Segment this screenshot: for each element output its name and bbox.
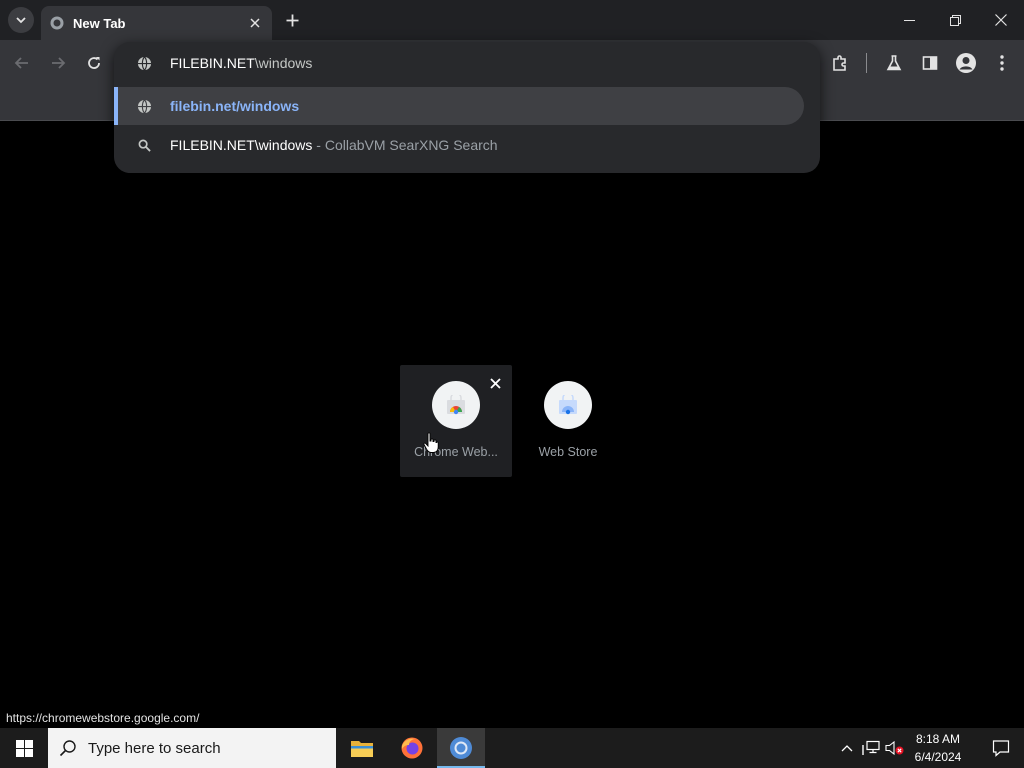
omnibox-typed-text: FILEBIN.NET\windows [170, 55, 313, 71]
clock-time: 8:18 AM [915, 732, 961, 746]
reload-icon[interactable] [82, 51, 106, 75]
file-explorer-folder-icon[interactable] [338, 728, 386, 768]
more-menu-kebab-icon[interactable] [990, 51, 1014, 75]
notification-center-icon[interactable] [978, 728, 1024, 768]
close-window-icon[interactable] [978, 0, 1024, 40]
taskbar-clock[interactable]: 8:18 AM 6/4/2024 [900, 730, 976, 766]
globe-favicon-icon [49, 15, 65, 31]
suggestion-search-text: FILEBIN.NET\windows - CollabVM SearXNG S… [170, 137, 498, 153]
chrome-taskbar-icon[interactable] [437, 728, 485, 768]
search-icon [48, 728, 88, 768]
chevron-down-icon [16, 17, 26, 24]
tab-search-button[interactable] [8, 7, 34, 33]
remove-shortcut-close-icon[interactable] [486, 374, 504, 392]
labs-flask-icon[interactable] [882, 51, 906, 75]
suggestion-url-row[interactable]: filebin.net/windows [114, 87, 804, 125]
status-bar-url: https://chromewebstore.google.com/ [0, 709, 206, 728]
shortcut-chrome-web-store[interactable]: Chrome Web... [400, 365, 512, 477]
clock-date: 6/4/2024 [914, 750, 962, 764]
suggestion-url-text: filebin.net/windows [170, 98, 300, 114]
forward-arrow-icon[interactable] [46, 51, 70, 75]
globe-icon [136, 98, 152, 114]
browser-titlebar: New Tab [0, 0, 1024, 40]
chrome-web-store-icon [432, 381, 480, 429]
profile-avatar-icon[interactable] [954, 51, 978, 75]
tab-close-icon[interactable] [246, 14, 264, 32]
search-icon [136, 137, 152, 153]
omnibox-dropdown: FILEBIN.NET\windows filebin.net/windows … [114, 42, 820, 173]
firefox-icon[interactable] [388, 728, 436, 768]
web-store-icon [544, 381, 592, 429]
back-arrow-icon[interactable] [10, 51, 34, 75]
selection-indicator [114, 87, 118, 125]
extensions-puzzle-icon[interactable] [828, 51, 852, 75]
chevron-up-icon[interactable] [837, 728, 857, 768]
new-tab-plus-icon[interactable] [280, 8, 304, 32]
taskbar-search-box[interactable]: Type here to search [48, 728, 336, 768]
restore-window-icon[interactable] [932, 0, 978, 40]
omnibox-input[interactable]: FILEBIN.NET\windows [114, 44, 820, 82]
taskbar-search-placeholder: Type here to search [88, 739, 221, 757]
windows-taskbar: Type here to search 8:18 AM 6/4/2024 [0, 728, 1024, 768]
windows-start-icon[interactable] [0, 728, 48, 768]
network-icon[interactable] [860, 728, 882, 768]
toolbar-separator [866, 53, 867, 73]
shortcut-web-store[interactable]: Web Store [512, 365, 624, 477]
tab-new-tab[interactable]: New Tab [41, 6, 272, 40]
suggestion-search-row[interactable]: FILEBIN.NET\windows - CollabVM SearXNG S… [114, 126, 820, 164]
side-panel-icon[interactable] [918, 51, 942, 75]
hand-cursor-icon [423, 432, 439, 453]
shortcut-label: Chrome Web... [414, 445, 498, 459]
shortcut-label: Web Store [538, 445, 598, 459]
minimize-window-icon[interactable] [886, 0, 932, 40]
tab-title: New Tab [73, 15, 126, 31]
globe-icon [136, 55, 152, 71]
